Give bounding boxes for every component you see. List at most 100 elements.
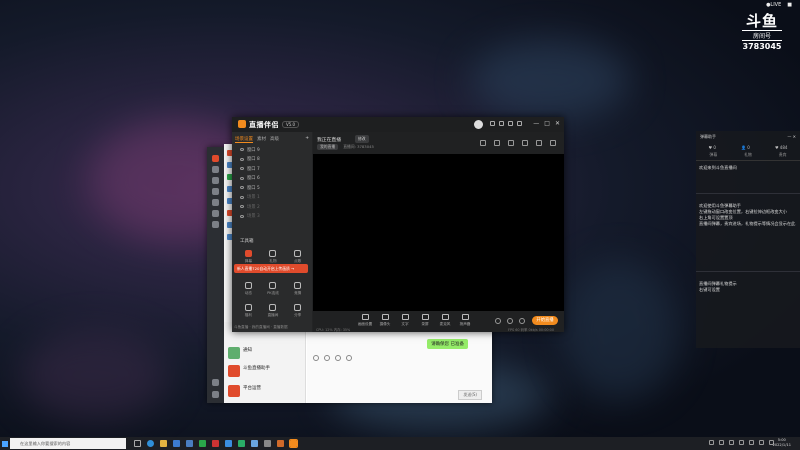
settings-icon[interactable] [212, 210, 219, 217]
tool-dynamic[interactable]: 动态 [236, 282, 261, 296]
tray-icon[interactable] [709, 440, 714, 445]
app-icon[interactable] [225, 440, 232, 447]
explorer-icon[interactable] [160, 440, 167, 447]
gift-icon[interactable] [499, 121, 504, 126]
chat-list-item[interactable]: 通知 [226, 345, 304, 363]
source-item[interactable]: 窗口 9 [232, 145, 312, 155]
grid-icon[interactable] [480, 140, 486, 146]
app-icon[interactable] [251, 440, 258, 447]
start-button[interactable] [0, 437, 10, 450]
volume-icon[interactable] [759, 440, 764, 445]
tab-danmu[interactable]: 弹幕 [710, 152, 718, 158]
source-item[interactable]: 场景 3 [232, 212, 312, 222]
tool-welfare[interactable]: 福利 [236, 304, 261, 318]
chat-icon[interactable] [212, 166, 219, 173]
source-item[interactable]: 窗口 5 [232, 183, 312, 193]
tray-icon[interactable] [729, 440, 734, 445]
contacts-icon[interactable] [212, 177, 219, 184]
record-button[interactable]: 录屏 [415, 314, 435, 327]
chat-list-item[interactable]: 平台运营 [226, 383, 304, 401]
settings-icon[interactable] [519, 318, 525, 324]
lock-icon[interactable] [494, 140, 500, 146]
stream-preview[interactable] [313, 154, 564, 311]
chat-list-item[interactable]: 斗鱼直播助手 [226, 363, 304, 381]
eye-icon[interactable] [240, 214, 244, 218]
text-button[interactable]: 文字 [395, 314, 415, 327]
tool-room[interactable]: 直播间 [261, 304, 286, 318]
task-view-icon[interactable] [134, 440, 141, 447]
share-icon[interactable] [550, 140, 556, 146]
source-item[interactable]: 窗口 6 [232, 174, 312, 184]
version-badge[interactable]: V5.0 [282, 121, 300, 128]
room-tag[interactable]: 我的直播 [317, 144, 339, 150]
gift-icon[interactable] [508, 140, 514, 146]
tab-sources[interactable]: 素材 [257, 136, 266, 143]
edge-icon[interactable] [147, 440, 154, 447]
microphone-button[interactable]: 麦克风 [435, 314, 455, 327]
source-item[interactable]: 场景 1 [232, 193, 312, 203]
video-icon[interactable] [495, 318, 501, 324]
source-item[interactable]: 窗口 7 [232, 164, 312, 174]
eye-icon[interactable] [240, 176, 244, 180]
source-item[interactable]: 场景 2 [232, 202, 312, 212]
eye-icon[interactable] [240, 167, 244, 171]
store-icon[interactable] [173, 440, 180, 447]
mail-icon[interactable] [186, 440, 193, 447]
group-icon[interactable] [212, 188, 219, 195]
promo-banner[interactable]: 新人直播720自动开启上传画质 → [234, 264, 308, 273]
clock[interactable]: 5:00 2022/1/11 [773, 438, 791, 448]
app-icon[interactable] [212, 440, 219, 447]
tab-scenes[interactable]: 场景设置 [235, 136, 253, 143]
folder-icon[interactable] [212, 199, 219, 206]
scissors-icon[interactable] [335, 355, 341, 361]
title-bar[interactable]: 直播伴侣 V5.0 — □ ✕ [232, 117, 564, 132]
tool-gift[interactable]: 礼物 [261, 250, 286, 264]
wechat-icon[interactable] [238, 440, 245, 447]
tool-song[interactable]: 点歌 [285, 250, 310, 264]
app-icon[interactable] [264, 440, 271, 447]
danmu-panel[interactable]: 弹幕助手 — ✕ ♥ 0 👤 0 ♥ 484 弹幕 礼物 贵宾 欢迎来到斗鱼直播… [696, 131, 800, 348]
folder-icon[interactable] [324, 355, 330, 361]
source-item[interactable]: 窗口 8 [232, 155, 312, 165]
tray-icon[interactable] [719, 440, 724, 445]
phone-icon[interactable] [212, 379, 219, 386]
danmu-window-controls[interactable]: — ✕ [787, 134, 796, 140]
eye-icon[interactable] [240, 148, 244, 152]
eye-icon[interactable] [240, 205, 244, 209]
tab-gifts[interactable]: 礼物 [744, 152, 752, 158]
tab-advanced[interactable]: 高级 [270, 136, 279, 143]
app-icon[interactable] [199, 440, 206, 447]
camera-button[interactable]: 摄像头 [375, 314, 395, 327]
streaming-app-icon[interactable] [289, 439, 298, 448]
tool-share[interactable]: 分享 [285, 304, 310, 318]
people-icon[interactable] [212, 221, 219, 228]
app-icon[interactable] [277, 440, 284, 447]
tray-icon[interactable] [739, 440, 744, 445]
message-icon[interactable] [522, 140, 528, 146]
skin-icon[interactable] [508, 121, 513, 126]
timer-icon[interactable] [507, 318, 513, 324]
eye-icon[interactable] [240, 157, 244, 161]
tab-vip[interactable]: 贵宾 [779, 152, 787, 158]
maximize-button[interactable]: □ [544, 120, 550, 127]
menu-icon[interactable] [212, 391, 219, 398]
settings-icon[interactable] [517, 121, 522, 126]
close-button[interactable]: ✕ [555, 120, 560, 127]
edit-title-button[interactable]: 修改 [355, 135, 369, 143]
start-live-button[interactable]: 开始直播 [532, 316, 558, 325]
minimize-button[interactable]: — [533, 120, 539, 127]
message-icon[interactable] [490, 121, 495, 126]
taskbar-search[interactable]: 在这里输入你要搜索的内容 [10, 438, 126, 449]
tool-danmu[interactable]: 弹幕 [236, 250, 261, 264]
speaker-button[interactable]: 扬声器 [455, 314, 475, 327]
emoji-icon[interactable] [313, 355, 319, 361]
eye-icon[interactable] [240, 186, 244, 190]
network-icon[interactable] [749, 440, 754, 445]
avatar[interactable] [474, 120, 483, 129]
tool-guess[interactable]: 竞猜 [285, 282, 310, 296]
tool-pk[interactable]: PK连线 [261, 282, 286, 296]
bell-icon[interactable] [536, 140, 542, 146]
add-source-button[interactable]: + [305, 136, 309, 143]
screen-settings-button[interactable]: 画面设置 [355, 314, 375, 327]
send-button[interactable]: 发送(S) [458, 390, 482, 400]
